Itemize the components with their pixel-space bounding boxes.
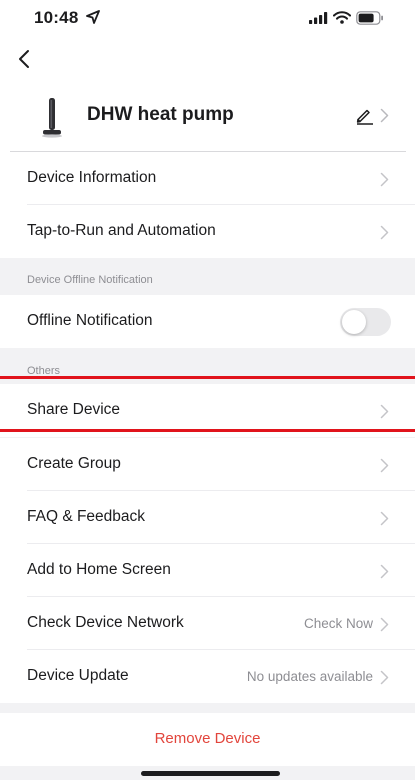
device-information-row[interactable]: Device Information xyxy=(0,152,415,205)
status-time: 10:48 xyxy=(34,8,79,27)
wifi-icon xyxy=(333,11,351,24)
row-label: Add to Home Screen xyxy=(27,561,171,578)
row-label: Tap-to-Run and Automation xyxy=(27,222,216,239)
device-header[interactable]: DHW heat pump xyxy=(0,82,415,152)
chevron-right-icon xyxy=(380,511,389,526)
offline-notification-row: Offline Notification xyxy=(0,295,415,348)
status-bar: 10:48 xyxy=(0,0,415,38)
highlight-line-top xyxy=(0,376,415,379)
check-device-network-row[interactable]: Check Device Network Check Now xyxy=(0,597,415,650)
device-update-row[interactable]: Device Update No updates available xyxy=(0,650,415,703)
row-label: Create Group xyxy=(27,455,121,472)
back-chevron-icon[interactable] xyxy=(15,46,35,72)
chevron-right-icon xyxy=(380,617,389,632)
row-label: FAQ & Feedback xyxy=(27,508,146,525)
chevron-right-icon xyxy=(380,108,389,123)
location-arrow-icon xyxy=(86,10,100,24)
home-indicator xyxy=(141,771,280,776)
chevron-right-icon xyxy=(380,225,389,240)
edit-pencil-icon[interactable] xyxy=(356,107,374,125)
highlight-line-bottom xyxy=(0,429,415,432)
row-label: Device Information xyxy=(27,169,157,186)
chevron-right-icon xyxy=(380,564,389,579)
check-now-link[interactable]: Check Now xyxy=(304,616,373,631)
remove-device-button[interactable]: Remove Device xyxy=(0,713,415,766)
row-label: Check Device Network xyxy=(27,614,184,631)
navigation-bar xyxy=(0,38,415,82)
remove-device-label: Remove Device xyxy=(154,730,261,747)
row-label: Share Device xyxy=(27,401,121,418)
chevron-right-icon xyxy=(380,404,389,419)
add-to-home-screen-row[interactable]: Add to Home Screen xyxy=(0,544,415,597)
chevron-right-icon xyxy=(380,172,389,187)
chevron-right-icon xyxy=(380,670,389,685)
section-title-offline: Device Offline Notification xyxy=(27,274,153,286)
tap-to-run-row[interactable]: Tap-to-Run and Automation xyxy=(0,205,415,258)
chevron-right-icon xyxy=(380,458,389,473)
device-name: DHW heat pump xyxy=(87,104,234,125)
faq-feedback-row[interactable]: FAQ & Feedback xyxy=(0,491,415,544)
battery-icon xyxy=(356,11,383,25)
cellular-signal-icon xyxy=(309,12,328,24)
offline-notification-toggle[interactable] xyxy=(340,308,391,336)
device-update-status: No updates available xyxy=(246,669,373,684)
heat-pump-device-image xyxy=(42,98,62,138)
row-label: Offline Notification xyxy=(27,312,153,329)
create-group-row[interactable]: Create Group xyxy=(0,438,415,491)
toggle-knob xyxy=(342,310,366,334)
row-label: Device Update xyxy=(27,667,129,684)
